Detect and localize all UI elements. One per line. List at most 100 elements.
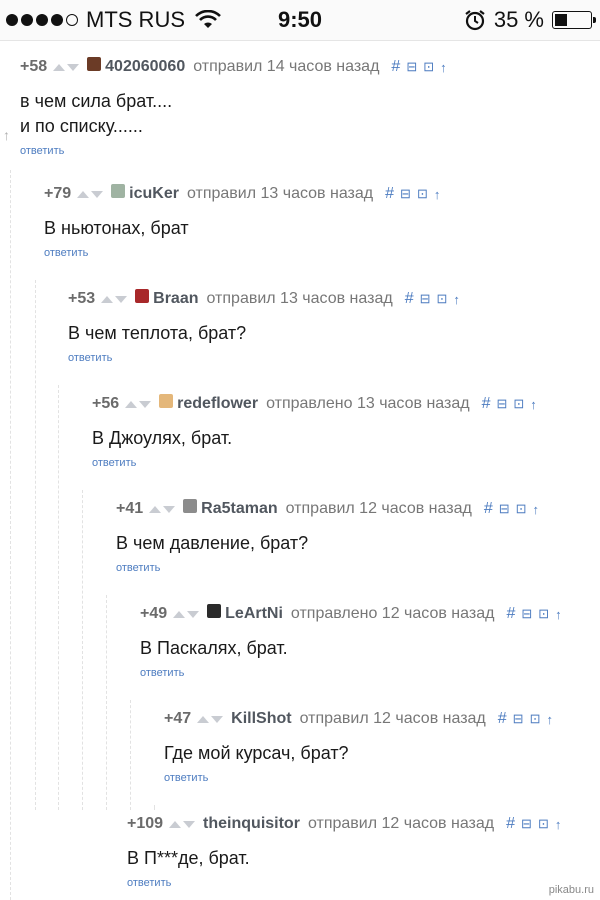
permalink-icon[interactable]: # <box>506 815 515 833</box>
save-icon[interactable]: ⊡ <box>423 59 434 75</box>
comment: +58 402060060 отправил 14 часов назад # ⊟ ⊡ ↑ в… <box>20 54 447 157</box>
reply-link[interactable]: ответить <box>44 247 440 259</box>
collapse-icon[interactable]: ⊟ <box>400 186 411 202</box>
upvote-icon[interactable] <box>53 63 66 71</box>
avatar[interactable] <box>159 394 174 408</box>
comment-body: В П***де, брат. <box>127 846 561 871</box>
thread-indent-line <box>106 595 107 810</box>
comment-timestamp: отправил 14 часов назад <box>193 58 380 75</box>
collapse-icon[interactable]: ⊟ <box>499 501 510 517</box>
thread-indent-line <box>10 170 11 900</box>
comment-rating: +53 <box>68 290 96 307</box>
upvote-icon[interactable] <box>169 820 182 828</box>
permalink-icon[interactable]: # <box>482 395 491 413</box>
comment-body: в чем сила брат.... и по списку...... <box>20 89 447 139</box>
parent-arrow-icon[interactable]: ↑ <box>440 60 447 75</box>
parent-arrow-icon[interactable]: ↑ <box>533 502 540 517</box>
downvote-icon[interactable] <box>211 715 224 723</box>
parent-arrow-icon[interactable]: ↑ <box>555 607 562 622</box>
downvote-icon[interactable] <box>187 610 200 618</box>
author-link[interactable]: redeflower <box>177 395 258 413</box>
save-icon[interactable]: ⊡ <box>538 816 549 832</box>
collapse-icon[interactable]: ⊟ <box>513 711 524 727</box>
downvote-icon[interactable] <box>91 190 104 198</box>
comment-rating: +41 <box>116 500 144 517</box>
downvote-icon[interactable] <box>183 820 196 828</box>
reply-link[interactable]: ответить <box>68 352 460 364</box>
author-link[interactable]: KillShot <box>231 710 291 728</box>
permalink-icon[interactable]: # <box>391 58 400 76</box>
author-link[interactable]: icuKer <box>129 185 179 203</box>
upvote-icon[interactable] <box>197 715 210 723</box>
comment-header: +53 Braan отправил 13 часов назад # ⊟ ⊡ ↑ <box>68 286 460 312</box>
parent-arrow-icon[interactable]: ↑ <box>453 292 460 307</box>
permalink-icon[interactable]: # <box>405 290 414 308</box>
collapse-icon[interactable]: ⊟ <box>406 59 417 75</box>
downvote-icon[interactable] <box>67 63 80 71</box>
comment-header: +109 theinquisitor отправил 12 часов назад… <box>127 811 561 837</box>
avatar[interactable] <box>207 604 222 618</box>
parent-arrow-icon[interactable]: ↑ <box>555 817 562 832</box>
parent-arrow-icon[interactable]: ↑ <box>530 397 537 412</box>
comment-body: Где мой курсач, брат? <box>164 741 553 766</box>
thread-arrow-icon[interactable]: ↑ <box>3 127 10 143</box>
author-link[interactable]: 402060060 <box>105 58 185 76</box>
upvote-icon[interactable] <box>77 190 90 198</box>
reply-link[interactable]: ответить <box>20 145 447 157</box>
avatar[interactable] <box>183 499 198 513</box>
author-link[interactable]: Braan <box>153 290 198 308</box>
upvote-icon[interactable] <box>149 505 162 513</box>
reply-link[interactable]: ответить <box>164 772 553 784</box>
save-icon[interactable]: ⊡ <box>513 396 524 412</box>
downvote-icon[interactable] <box>163 505 176 513</box>
comment-text-line: В чем теплота, брат? <box>68 323 247 343</box>
comment-timestamp: отправил 12 часов назад <box>307 815 495 832</box>
author-link[interactable]: theinquisitor <box>203 815 300 833</box>
comment-body: В ньютонах, брат <box>44 216 440 241</box>
collapse-icon[interactable]: ⊟ <box>420 291 431 307</box>
permalink-icon[interactable]: # <box>484 500 493 518</box>
battery-icon <box>552 11 596 29</box>
reply-link[interactable]: ответить <box>92 457 537 469</box>
comment-text-line: и по списку...... <box>20 116 143 136</box>
author-link[interactable]: Ra5taman <box>201 500 277 518</box>
avatar[interactable] <box>87 57 102 71</box>
vote-controls <box>77 190 104 198</box>
avatar[interactable] <box>111 184 126 198</box>
comment-header: +41 Ra5taman отправил 12 часов назад # ⊟ ⊡ ↑ <box>116 496 539 522</box>
upvote-icon[interactable] <box>125 400 138 408</box>
collapse-icon[interactable]: ⊟ <box>521 816 532 832</box>
collapse-icon[interactable]: ⊟ <box>496 396 507 412</box>
downvote-icon[interactable] <box>139 400 152 408</box>
comment-rating: +79 <box>44 185 72 202</box>
parent-arrow-icon[interactable]: ↑ <box>434 187 441 202</box>
reply-link[interactable]: ответить <box>116 562 539 574</box>
reply-link[interactable]: ответить <box>140 667 562 679</box>
watermark: pikabu.ru <box>548 884 594 896</box>
comment-header: +79 icuKer отправил 13 часов назад # ⊟ ⊡ ↑ <box>44 181 440 207</box>
comment-rating: +109 <box>127 815 164 832</box>
thread-indent-line <box>58 385 59 810</box>
comment-body: В Джоулях, брат. <box>92 426 537 451</box>
comment-text-line: в чем сила брат.... <box>20 91 173 111</box>
save-icon[interactable]: ⊡ <box>417 186 428 202</box>
author-link[interactable]: LeArtNi <box>225 605 283 623</box>
permalink-icon[interactable]: # <box>498 710 507 728</box>
collapse-icon[interactable]: ⊟ <box>521 606 532 622</box>
permalink-icon[interactable]: # <box>385 185 394 203</box>
save-icon[interactable]: ⊡ <box>538 606 549 622</box>
save-icon[interactable]: ⊡ <box>437 291 448 307</box>
save-icon[interactable]: ⊡ <box>530 711 541 727</box>
parent-arrow-icon[interactable]: ↑ <box>546 712 553 727</box>
vote-controls <box>149 505 176 513</box>
comment-actions: # ⊟ ⊡ ↑ <box>506 815 561 833</box>
permalink-icon[interactable]: # <box>506 605 515 623</box>
comment-timestamp: отправлено 12 часов назад <box>290 605 495 622</box>
downvote-icon[interactable] <box>115 295 128 303</box>
upvote-icon[interactable] <box>101 295 114 303</box>
comment: +56 redeflower отправлено 13 часов назад # ⊟… <box>92 391 537 469</box>
save-icon[interactable]: ⊡ <box>516 501 527 517</box>
avatar[interactable] <box>135 289 150 303</box>
reply-link[interactable]: ответить <box>127 877 561 889</box>
upvote-icon[interactable] <box>173 610 186 618</box>
